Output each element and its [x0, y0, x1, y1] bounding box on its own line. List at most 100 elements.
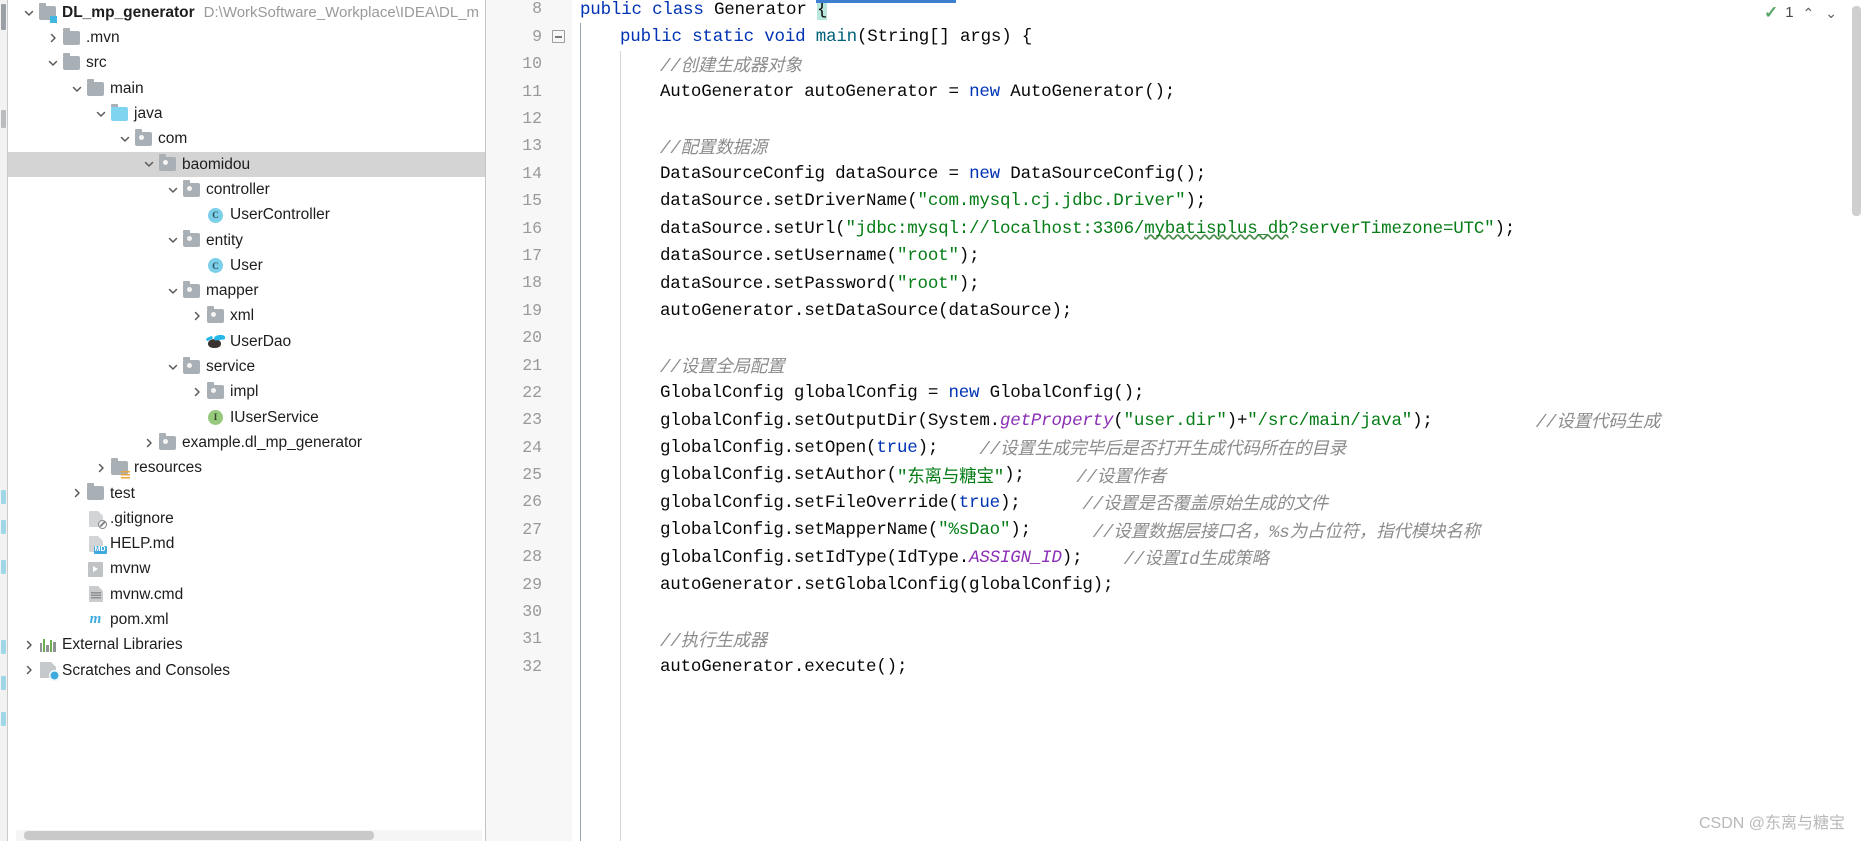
tree-item-test[interactable]: test: [8, 481, 485, 506]
gutter-line-9[interactable]: 9: [486, 23, 568, 50]
code-line[interactable]: autoGenerator.setDataSource(dataSource);: [572, 297, 1863, 324]
code-line[interactable]: dataSource.setUsername("root");: [572, 243, 1863, 270]
gutter-line-25[interactable]: 25: [486, 462, 548, 489]
code-line[interactable]: //执行生成器: [572, 626, 1863, 653]
code-line[interactable]: [572, 599, 1863, 626]
code-line[interactable]: dataSource.setDriverName("com.mysql.cj.j…: [572, 188, 1863, 215]
gutter-line-17[interactable]: 17: [486, 243, 548, 270]
code-line[interactable]: globalConfig.setMapperName("%sDao"); //设…: [572, 516, 1863, 543]
stripe-tab-services[interactable]: [1, 676, 6, 690]
code-line[interactable]: //创建生成器对象: [572, 51, 1863, 78]
gutter-line-16[interactable]: 16: [486, 215, 548, 242]
gutter-line-32[interactable]: 32: [486, 653, 548, 680]
tree-item-baomidou[interactable]: baomidou: [8, 151, 485, 178]
chevron-down-icon[interactable]: [166, 233, 180, 247]
chevron-up-icon[interactable]: ⌃: [1801, 6, 1817, 20]
chevron-down-icon[interactable]: [46, 56, 60, 70]
chevron-down-icon[interactable]: ⌄: [1823, 6, 1839, 20]
editor-vscrollbar-track[interactable]: [1850, 0, 1863, 841]
chevron-down-icon[interactable]: [94, 107, 108, 121]
gutter-line-18[interactable]: 18: [486, 270, 548, 297]
stripe-tab-todo[interactable]: [1, 712, 6, 726]
tree-item-iuserservice[interactable]: I IUserService: [8, 405, 485, 430]
code-line[interactable]: //配置数据源: [572, 133, 1863, 160]
code-line[interactable]: DataSourceConfig dataSource = new DataSo…: [572, 160, 1863, 187]
tree-item-service[interactable]: service: [8, 354, 485, 379]
gutter-line-23[interactable]: 23: [486, 407, 548, 434]
tree-item-java[interactable]: java: [8, 101, 485, 126]
gutter-line-30[interactable]: 30: [486, 599, 548, 626]
stripe-tab-favorites[interactable]: [1, 490, 6, 504]
tree-item-userdao[interactable]: UserDao: [8, 329, 485, 354]
tree-item-dl-mp-generator[interactable]: DL_mp_generator D:\WorkSoftware_Workplace…: [8, 0, 485, 25]
tree-item-external-libraries[interactable]: External Libraries: [8, 632, 485, 657]
chevron-right-icon[interactable]: [142, 436, 156, 450]
gutter-line-26[interactable]: 26: [486, 489, 548, 516]
tree-item-mapper[interactable]: mapper: [8, 278, 485, 303]
code-line[interactable]: GlobalConfig globalConfig = new GlobalCo…: [572, 379, 1863, 406]
gutter-line-28[interactable]: 28: [486, 544, 548, 571]
gutter-line-10[interactable]: 10: [486, 51, 548, 78]
project-tool-window[interactable]: DL_mp_generator D:\WorkSoftware_Workplace…: [8, 0, 486, 841]
tree-item-help-md[interactable]: MD HELP.md: [8, 531, 485, 556]
gutter-line-21[interactable]: 21: [486, 352, 548, 379]
chevron-down-icon[interactable]: [118, 132, 132, 146]
stripe-tab-project[interactable]: [1, 4, 6, 30]
tree-item-resources[interactable]: resources: [8, 455, 485, 480]
tree-item-controller[interactable]: controller: [8, 177, 485, 202]
code-line[interactable]: [572, 106, 1863, 133]
project-tree[interactable]: DL_mp_generator D:\WorkSoftware_Workplace…: [8, 0, 485, 683]
project-tree-hscrollbar-track[interactable]: [16, 830, 482, 841]
tree-item-com[interactable]: com: [8, 126, 485, 151]
chevron-right-icon[interactable]: [94, 461, 108, 475]
code-line[interactable]: autoGenerator.setGlobalConfig(globalConf…: [572, 571, 1863, 598]
code-line[interactable]: globalConfig.setOutputDir(System. getProp…: [572, 407, 1863, 434]
gutter-line-19[interactable]: 19: [486, 297, 548, 324]
code-line[interactable]: globalConfig.setIdType(IdType. ASSIGN_ID)…: [572, 544, 1863, 571]
tree-item-impl[interactable]: impl: [8, 379, 485, 404]
stripe-tab-build[interactable]: [1, 560, 6, 574]
stripe-tab-structure[interactable]: [1, 110, 6, 128]
code-line[interactable]: public class Generator {: [572, 0, 1863, 23]
chevron-down-icon[interactable]: [142, 157, 156, 171]
chevron-right-icon[interactable]: [190, 309, 204, 323]
gutter-line-14[interactable]: 14: [486, 160, 548, 187]
code-line[interactable]: dataSource.setUrl("jdbc:mysql://localhos…: [572, 215, 1863, 242]
chevron-down-icon[interactable]: [22, 6, 36, 20]
code-line[interactable]: globalConfig.setFileOverride(true); //设置…: [572, 489, 1863, 516]
code-line[interactable]: AutoGenerator autoGenerator = new AutoGe…: [572, 78, 1863, 105]
code-line[interactable]: [572, 325, 1863, 352]
gutter-line-15[interactable]: 15: [486, 188, 548, 215]
gutter-line-29[interactable]: 29: [486, 571, 548, 598]
tree-item-example-dl-mp-generator[interactable]: example.dl_mp_generator: [8, 430, 485, 455]
code-editor[interactable]: 8 9 10 11 12 13 14 15 16 17 18 19 20 21 22 23 24 25 26 27 28…: [486, 0, 1863, 841]
chevron-down-icon[interactable]: [166, 360, 180, 374]
code-line[interactable]: autoGenerator.execute();: [572, 653, 1863, 680]
code-line[interactable]: dataSource.setPassword("root");: [572, 270, 1863, 297]
gutter-line-27[interactable]: 27: [486, 516, 548, 543]
gutter-line-13[interactable]: 13: [486, 133, 548, 160]
code-line[interactable]: //设置全局配置: [572, 352, 1863, 379]
tree-item-gitignore[interactable]: .gitignore: [8, 506, 485, 531]
tree-item-mvnw-cmd[interactable]: mvnw.cmd: [8, 582, 485, 607]
stripe-tab-terminal[interactable]: [1, 640, 6, 654]
editor-vscrollbar-thumb[interactable]: [1852, 6, 1861, 216]
gutter-line-22[interactable]: 22: [486, 379, 548, 406]
tree-item-pom-xml[interactable]: m pom.xml: [8, 607, 485, 632]
tree-item-main[interactable]: main: [8, 76, 485, 101]
gutter-line-24[interactable]: 24: [486, 434, 548, 461]
tree-item-user[interactable]: C User: [8, 253, 485, 278]
editor-code-area[interactable]: public class Generator {public static vo…: [572, 0, 1863, 841]
tree-item-mvn[interactable]: .mvn: [8, 25, 485, 50]
tree-item-src[interactable]: src: [8, 51, 485, 76]
chevron-down-icon[interactable]: [166, 284, 180, 298]
chevron-down-icon[interactable]: [70, 82, 84, 96]
chevron-right-icon[interactable]: [190, 385, 204, 399]
tree-item-xml[interactable]: xml: [8, 304, 485, 329]
gutter-line-8[interactable]: 8: [486, 0, 568, 23]
editor-gutter[interactable]: 8 9 10 11 12 13 14 15 16 17 18 19 20 21 22 23 24 25 26 27 28…: [486, 0, 568, 841]
stripe-tab-commit[interactable]: [1, 520, 6, 534]
tree-item-mvnw[interactable]: mvnw: [8, 557, 485, 582]
code-line[interactable]: globalConfig.setOpen(true); //设置生成完毕后是否打…: [572, 434, 1863, 461]
code-line[interactable]: globalConfig.setAuthor("东离与糖宝"); //设置作者: [572, 462, 1863, 489]
